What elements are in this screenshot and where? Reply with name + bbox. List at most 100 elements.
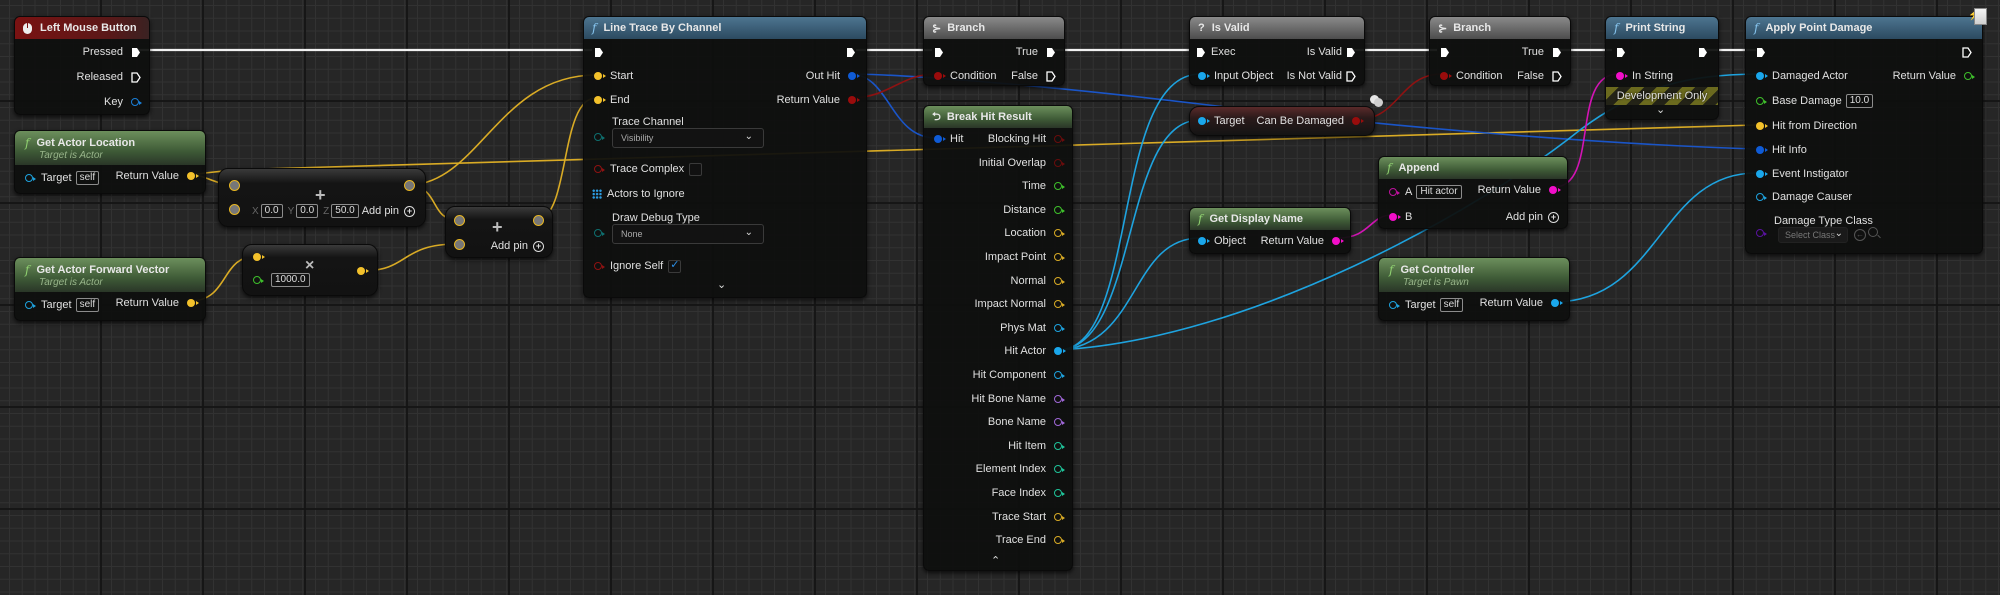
pin-end[interactable]: End (594, 93, 630, 107)
pin-target[interactable]: Target (1198, 114, 1245, 128)
output-pin-icon[interactable] (1054, 418, 1065, 427)
exec-in-pin[interactable] (594, 45, 604, 59)
exec-pin-icon[interactable] (1552, 47, 1562, 58)
exec-pin-icon[interactable] (1196, 47, 1206, 58)
y-value-field[interactable]: 0.0 (296, 204, 319, 218)
pin-true[interactable]: True (1016, 45, 1056, 59)
exec-pin-icon[interactable] (934, 47, 944, 58)
bool-pin-icon[interactable] (594, 165, 605, 173)
node-left-mouse-button[interactable]: Left Mouse Button Pressed Released Key (14, 16, 150, 115)
node-multiply[interactable]: × 1000.0 (242, 244, 378, 296)
pin-event-instigator[interactable]: Event Instigator (1756, 167, 1848, 181)
pin-released[interactable]: Released (77, 70, 141, 84)
vector-pin-icon[interactable] (594, 72, 606, 80)
base-damage-field[interactable]: 10.0 (1845, 94, 1874, 108)
enum-pin-icon[interactable] (594, 133, 605, 141)
node-apply-point-damage[interactable]: f Apply Point Damage Damaged Actor Retur… (1745, 16, 1983, 254)
pin-a[interactable]: A Hit actor (1389, 185, 1462, 199)
node-get-controller[interactable]: f Get Controller Target is Pawn Target se… (1378, 257, 1570, 321)
node-header[interactable]: ⮌ Break Hit Result (924, 106, 1072, 128)
exec-pin-icon[interactable] (1962, 46, 1972, 58)
output-pin-icon[interactable] (1054, 182, 1065, 191)
browse-search-icon[interactable] (1868, 227, 1881, 239)
output-pin-icon[interactable] (1054, 394, 1065, 403)
node-print-string[interactable]: f Print String In String Development Onl… (1605, 16, 1719, 120)
float-input[interactable]: 1000.0 (253, 273, 310, 287)
object-pin-icon[interactable] (1198, 237, 1210, 245)
pin-target[interactable]: Target self (25, 298, 100, 312)
target-value-field[interactable]: self (1439, 298, 1464, 312)
pin-trace-end[interactable]: Trace End (996, 533, 1065, 547)
add-pin-button[interactable]: Add pin + (1506, 210, 1559, 224)
pin-out-hit[interactable]: Out Hit (806, 69, 860, 83)
exec-pin-icon[interactable] (131, 47, 141, 58)
pin-b[interactable]: B (1389, 210, 1412, 224)
node-break-hit-result[interactable]: ⮌ Break Hit Result Hit Blocking Hit Initi… (923, 105, 1073, 571)
struct-pin-icon[interactable] (934, 135, 946, 143)
vector-pin-icon[interactable] (187, 299, 199, 307)
node-can-be-damaged[interactable]: Target Can Be Damaged (1189, 106, 1375, 136)
vector-output-pin[interactable] (404, 180, 415, 191)
pin-ignore-self[interactable]: Ignore Self ✓ (594, 259, 682, 273)
object-pin-icon[interactable] (1756, 170, 1768, 178)
node-branch-2[interactable]: ⊱ Branch Condition True False (1429, 16, 1571, 86)
vector-pin-icon[interactable] (187, 172, 199, 180)
exec-in-pin[interactable] (1440, 45, 1450, 59)
pin-blocking-hit[interactable]: Blocking Hit (988, 132, 1065, 146)
node-header[interactable]: ⊱ Branch (924, 17, 1064, 39)
output-pin-icon[interactable] (1054, 229, 1065, 238)
node-add-vector-2[interactable]: + Add pin + (445, 206, 553, 258)
output-pin-icon[interactable] (1054, 347, 1066, 356)
object-pin-icon[interactable] (1756, 72, 1768, 80)
pin-pressed[interactable]: Pressed (83, 45, 141, 59)
exec-in-pin[interactable] (1616, 45, 1626, 59)
node-header[interactable]: f Get Actor Location Target is Actor (15, 131, 205, 165)
output-pin-icon[interactable] (1054, 371, 1065, 379)
node-get-display-name[interactable]: f Get Display Name Object Return Value (1189, 207, 1351, 254)
damage-type-class-dropdown[interactable]: Select Class ⌄ (1778, 227, 1848, 243)
target-value-field[interactable]: self (75, 298, 100, 312)
exec-pin-icon[interactable] (1440, 47, 1450, 58)
output-pin-icon[interactable] (1054, 512, 1065, 521)
pin-hit-info[interactable]: Hit Info (1756, 143, 1807, 157)
a-value-field[interactable]: Hit actor (1416, 185, 1462, 199)
node-header[interactable]: f Append (1379, 157, 1567, 179)
object-pin-icon[interactable] (1756, 193, 1767, 201)
output-pin-icon[interactable] (1054, 323, 1065, 332)
pin-exec[interactable]: Exec (1196, 45, 1235, 59)
vector-output-pin[interactable] (357, 267, 369, 275)
pin-impact-normal[interactable]: Impact Normal (974, 297, 1065, 311)
pin-element-index[interactable]: Element Index (976, 462, 1065, 476)
exec-pin-icon[interactable] (1616, 47, 1626, 58)
pin-hit-actor[interactable]: Hit Actor (1004, 344, 1066, 358)
vector-input-pin-a[interactable] (454, 215, 465, 226)
pin-hit-bone-name[interactable]: Hit Bone Name (971, 392, 1065, 406)
node-header[interactable]: f Get Controller Target is Pawn (1379, 258, 1569, 292)
node-header[interactable]: f Apply Point Damage (1746, 17, 1982, 39)
object-pin-icon[interactable] (1389, 301, 1400, 309)
exec-pin-icon[interactable] (1046, 70, 1056, 82)
exec-out-pin[interactable] (846, 45, 856, 59)
vector-input-pin-b[interactable] (229, 204, 240, 215)
pin-return-value[interactable]: Return Value (116, 169, 199, 183)
ignore-self-checkbox[interactable]: ✓ (668, 259, 682, 273)
z-value-field[interactable]: 50.0 (331, 204, 359, 218)
pin-return-value[interactable]: Return Value (1480, 296, 1563, 310)
collapse-chevron-icon[interactable]: ⌃ (991, 554, 1000, 567)
output-pin-icon[interactable] (1054, 465, 1065, 474)
exec-pin-icon[interactable] (131, 71, 141, 83)
pin-input-object[interactable]: Input Object (1198, 69, 1273, 83)
pin-impact-point[interactable]: Impact Point (985, 250, 1065, 264)
exec-pin-icon[interactable] (1698, 47, 1708, 58)
output-pin-icon[interactable] (1054, 300, 1065, 309)
bool-pin-icon[interactable] (1352, 117, 1364, 125)
float-pin-icon[interactable] (1756, 97, 1767, 105)
x-value-field[interactable]: 0.0 (260, 204, 283, 218)
pin-hit-component[interactable]: Hit Component (973, 368, 1065, 382)
pin-hit-item[interactable]: Hit Item (1008, 439, 1065, 453)
pin-is-not-valid[interactable]: Is Not Valid (1287, 69, 1356, 83)
output-pin-icon[interactable] (1054, 276, 1065, 285)
class-pin-icon[interactable] (1756, 229, 1767, 237)
pin-bone-name[interactable]: Bone Name (988, 415, 1065, 429)
pin-face-index[interactable]: Face Index (992, 486, 1065, 500)
